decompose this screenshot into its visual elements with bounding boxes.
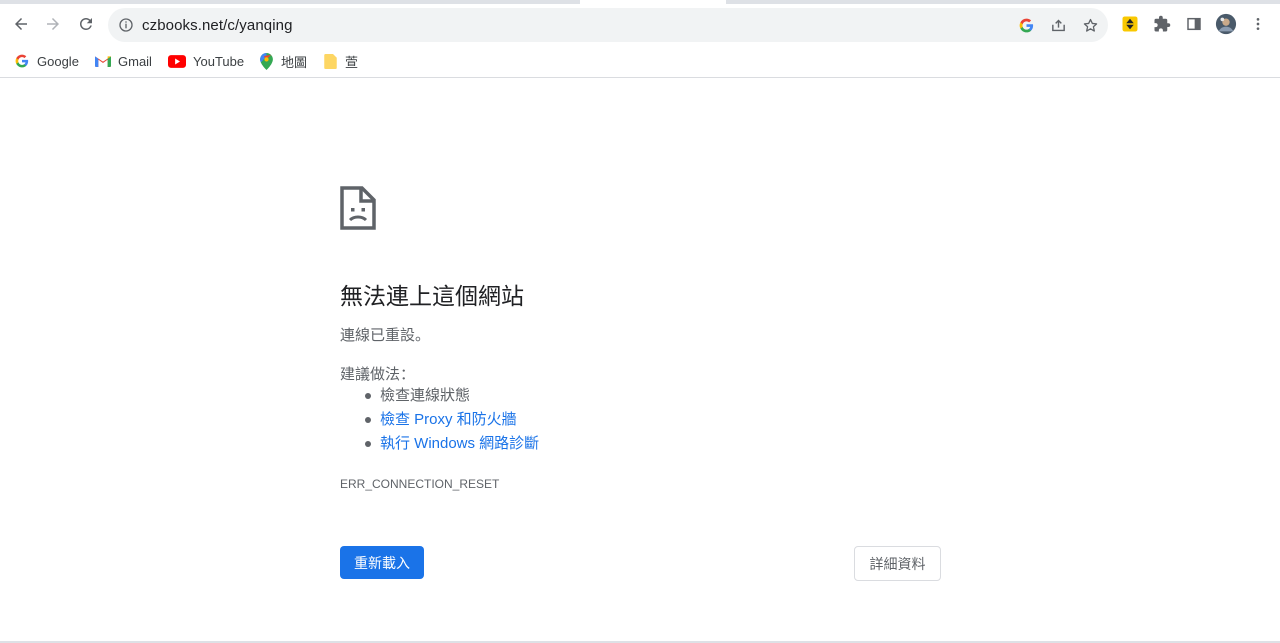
back-button[interactable] bbox=[5, 8, 37, 40]
suggestion-check-proxy-link[interactable]: 檢查 Proxy 和防火牆 bbox=[360, 410, 539, 434]
extension-button[interactable] bbox=[1116, 10, 1144, 38]
side-panel-button[interactable] bbox=[1180, 10, 1208, 38]
arrow-right-icon bbox=[47, 18, 59, 30]
bookmark-google[interactable]: Google bbox=[14, 52, 79, 70]
error-page: 無法連上這個網站 連線已重設。 建議做法： 檢查連線狀態 檢查 Proxy 和防… bbox=[0, 79, 1280, 641]
bookmark-gmail[interactable]: Gmail bbox=[95, 52, 152, 70]
extension-yellow-icon bbox=[1122, 16, 1138, 32]
forward-button[interactable] bbox=[37, 8, 69, 40]
reload-page-button[interactable]: 重新載入 bbox=[340, 546, 424, 579]
gmail-icon bbox=[95, 53, 111, 69]
star-icon bbox=[1083, 18, 1097, 32]
arrow-left-icon bbox=[15, 18, 27, 30]
extensions-button[interactable] bbox=[1148, 10, 1176, 38]
error-title: 無法連上這個網站 bbox=[340, 283, 524, 309]
kebab-menu-icon bbox=[1256, 18, 1260, 30]
browser-toolbar: czbooks.net/c/yanqing bbox=[0, 4, 1280, 44]
bookmarks-bar: Google Gmail YouTube 地圖 萱 bbox=[0, 44, 1280, 78]
reload-button[interactable] bbox=[70, 8, 102, 40]
suggestions-list: 檢查連線狀態 檢查 Proxy 和防火牆 執行 Windows 網路診斷 bbox=[360, 386, 539, 458]
youtube-icon bbox=[168, 53, 186, 69]
avatar bbox=[1215, 13, 1237, 35]
bookmark-label: 萱 bbox=[345, 54, 359, 70]
sad-page-icon bbox=[340, 186, 376, 230]
bookmark-label: YouTube bbox=[193, 53, 245, 69]
profile-button[interactable] bbox=[1212, 10, 1240, 38]
suggestions-heading: 建議做法： bbox=[340, 366, 416, 383]
suggestion-check-connection: 檢查連線狀態 bbox=[360, 386, 539, 410]
address-bar[interactable]: czbooks.net/c/yanqing bbox=[108, 8, 1108, 42]
share-button[interactable] bbox=[1046, 13, 1070, 37]
folder-icon bbox=[322, 53, 338, 69]
bookmark-label: Gmail bbox=[118, 53, 152, 69]
url-text[interactable]: czbooks.net/c/yanqing bbox=[142, 17, 293, 34]
google-g-icon bbox=[14, 53, 30, 69]
bookmark-maps[interactable]: 地圖 bbox=[258, 52, 307, 70]
info-icon[interactable] bbox=[118, 17, 134, 33]
bookmark-star-button[interactable] bbox=[1078, 13, 1102, 37]
share-icon bbox=[1051, 19, 1065, 31]
reload-icon bbox=[80, 18, 92, 30]
google-translate-button[interactable] bbox=[1014, 13, 1038, 37]
maps-pin-icon bbox=[258, 52, 274, 70]
details-button[interactable]: 詳細資料 bbox=[854, 546, 941, 581]
error-subtitle: 連線已重設。 bbox=[340, 327, 431, 344]
bookmark-youtube[interactable]: YouTube bbox=[168, 52, 244, 70]
suggestion-network-diagnostics-link[interactable]: 執行 Windows 網路診斷 bbox=[360, 434, 539, 458]
error-code: ERR_CONNECTION_RESET bbox=[340, 477, 500, 491]
puzzle-icon bbox=[1154, 15, 1171, 32]
bookmark-label: Google bbox=[37, 53, 79, 69]
chrome-menu-button[interactable] bbox=[1244, 10, 1272, 38]
side-panel-icon bbox=[1187, 17, 1201, 31]
bookmark-label: 地圖 bbox=[281, 54, 308, 70]
bookmark-folder[interactable]: 萱 bbox=[322, 52, 358, 70]
google-icon bbox=[1019, 18, 1033, 32]
